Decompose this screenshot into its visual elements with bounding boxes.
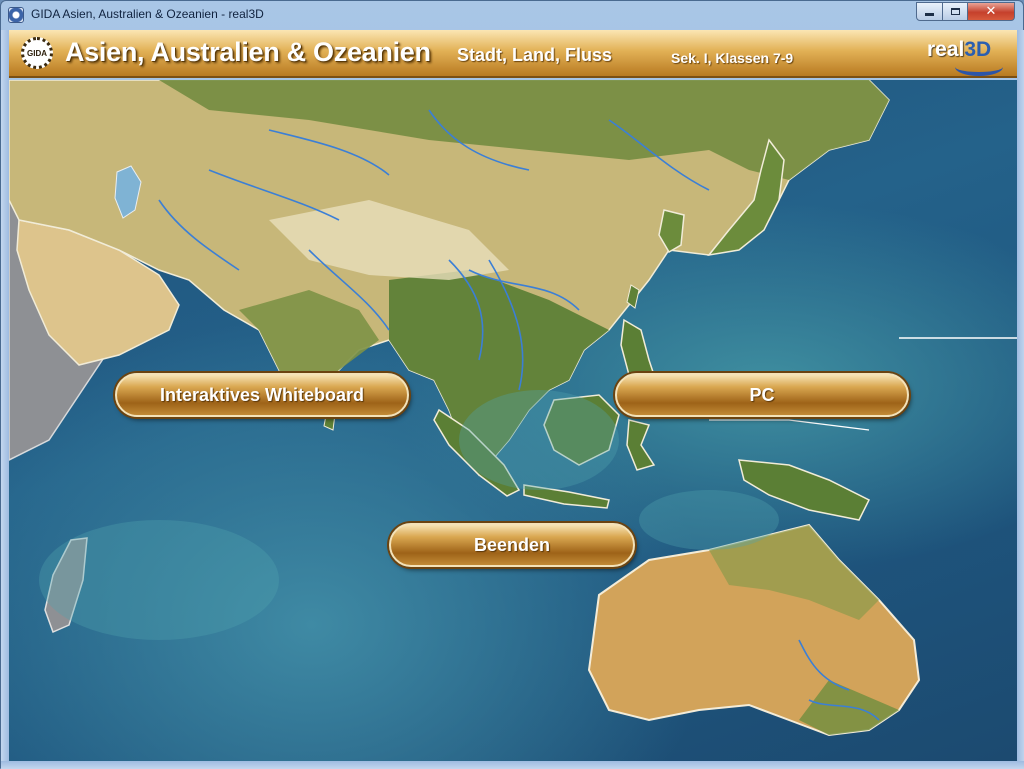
close-button[interactable]: ✕ — [967, 2, 1015, 21]
maximize-button[interactable] — [942, 2, 968, 21]
grade-level: Sek. I, Klassen 7-9 — [671, 50, 794, 66]
window-title: GIDA Asien, Australien & Ozeanien - real… — [31, 7, 264, 21]
app-title: Asien, Australien & Ozeanien — [65, 37, 431, 67]
close-icon: ✕ — [985, 4, 997, 19]
minimize-icon — [925, 13, 934, 16]
window-frame-right — [1017, 30, 1024, 769]
window-frame-left — [1, 30, 9, 769]
real3d-logo: real3D — [927, 38, 1007, 76]
title-bar[interactable]: GIDA Asien, Australien & Ozeanien - real… — [1, 1, 1023, 29]
gida-logo: GIDA — [21, 37, 53, 69]
app-icon[interactable] — [8, 7, 24, 23]
maximize-icon — [950, 8, 960, 15]
app-window: GIDA Asien, Australien & Ozeanien - real… — [0, 0, 1024, 769]
app-subtitle: Stadt, Land, Fluss — [457, 45, 613, 65]
pc-button[interactable]: PC — [615, 373, 909, 417]
map-background: Interaktives Whiteboard PC Beenden — [9, 80, 1017, 761]
quit-button[interactable]: Beenden — [389, 523, 635, 567]
app-header: GIDA Asien, Australien & Ozeanien Stadt,… — [9, 30, 1017, 78]
sulawesi-island — [626, 419, 656, 471]
gida-logo-text: GIDA — [27, 48, 47, 58]
asia-oceania-map — [9, 80, 1017, 737]
real3d-swoosh-icon — [955, 58, 1003, 76]
minimize-button[interactable] — [916, 2, 943, 21]
whiteboard-button[interactable]: Interaktives Whiteboard — [115, 373, 409, 417]
pacific-borders-lower — [709, 419, 870, 431]
